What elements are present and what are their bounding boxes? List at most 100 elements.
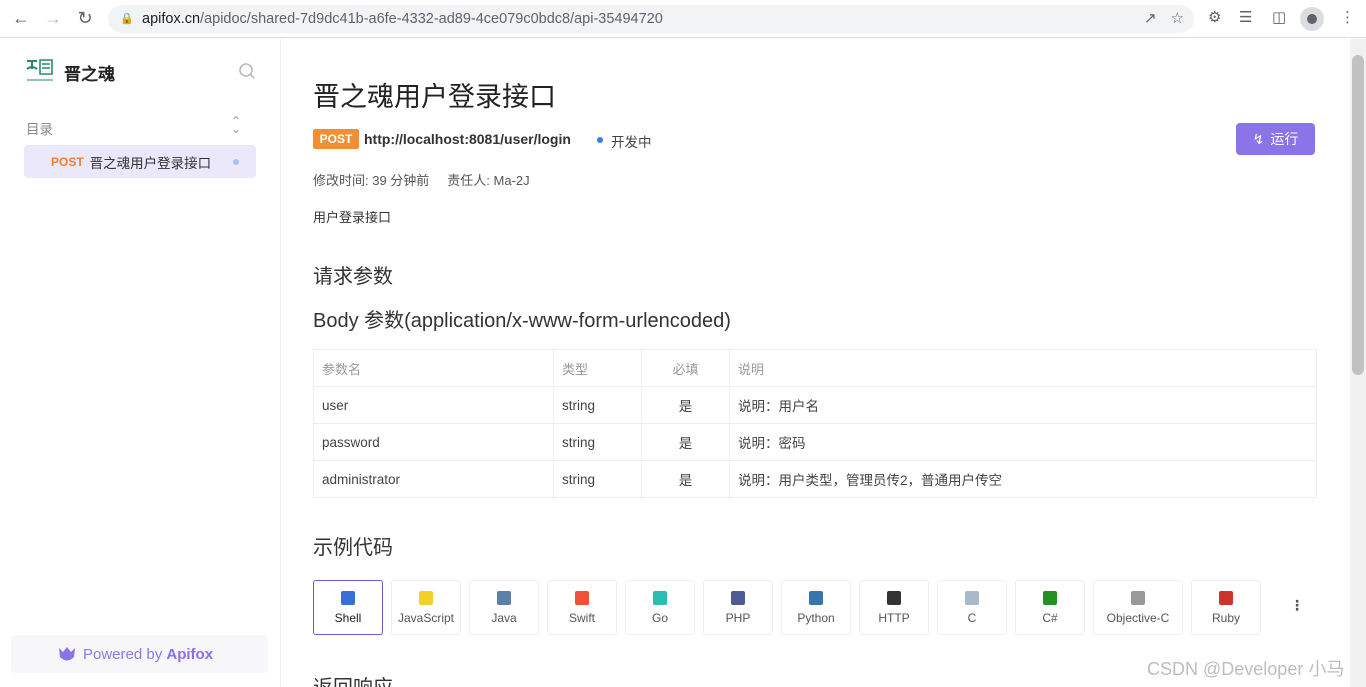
more-languages-icon[interactable]: ⋮ <box>1290 597 1304 614</box>
column-header: 类型 <box>553 349 642 387</box>
column-header: 说明 <box>729 349 1317 387</box>
reload-icon[interactable]: ↻ <box>72 6 98 32</box>
share-icon[interactable]: ↗ <box>1144 9 1157 27</box>
tab-go[interactable]: Go <box>625 580 695 635</box>
ruby-icon <box>1219 590 1233 605</box>
param-desc: 说明：用户名 <box>729 386 1317 424</box>
column-header: 必填 <box>641 349 730 387</box>
back-icon[interactable]: ← <box>8 6 34 32</box>
tab-c[interactable]: C <box>937 580 1007 635</box>
param-desc: 说明：用户类型，管理员传2，普通用户传空 <box>729 460 1317 498</box>
language-label: Swift <box>568 610 595 625</box>
param-required: 是 <box>641 423 730 461</box>
go-icon <box>653 590 667 605</box>
param-type: string <box>553 386 642 424</box>
extensions-icon[interactable]: ⚙ <box>1208 8 1221 26</box>
tab-shell[interactable]: Shell <box>313 580 383 635</box>
api-description: 用户登录接口 <box>313 210 392 225</box>
media-queue-icon[interactable]: ☰ <box>1239 8 1252 26</box>
status-text: 开发中 <box>611 135 652 150</box>
language-label: HTTP <box>878 610 910 625</box>
example-code-heading: 示例代码 <box>313 537 393 559</box>
language-label: Ruby <box>1211 610 1240 625</box>
sidebar-item-label: 晋之魂用户登录接口 <box>89 155 212 171</box>
request-params-heading: 请求参数 <box>313 266 393 288</box>
language-label: JavaScript <box>397 610 455 625</box>
language-label: Java <box>491 610 517 625</box>
tab-csharp[interactable]: C# <box>1015 580 1085 635</box>
table-row: administrator string 是 说明：用户类型，管理员传2，普通用… <box>313 460 1317 498</box>
javascript-icon <box>419 590 433 605</box>
tab-ruby[interactable]: Ruby <box>1191 580 1261 635</box>
params-table: 参数名 类型 必填 说明 user string 是 说明：用户名 passwo… <box>313 349 1317 498</box>
language-label: Go <box>651 610 668 625</box>
c-icon <box>965 590 979 605</box>
owner: 责任人: Ma-2J <box>447 173 530 188</box>
response-heading: 返回响应 <box>313 671 393 687</box>
language-label: C <box>967 610 977 625</box>
language-label: Objective-C <box>1106 610 1170 625</box>
sidebar: 晋之魂 目录 ⌃ ⌄ POST 晋之魂用户登录接口 Powered by Apif… <box>0 39 281 687</box>
param-required: 是 <box>641 386 730 424</box>
body-params-heading: Body 参数(application/x-www-form-urlencode… <box>313 310 731 332</box>
scrollbar-thumb[interactable] <box>1352 55 1364 375</box>
powered-by-link[interactable]: Powered by Apifox <box>11 635 268 673</box>
method-label: POST <box>51 154 84 169</box>
forward-icon[interactable]: → <box>40 6 66 32</box>
param-type: string <box>553 460 642 498</box>
param-required: 是 <box>641 460 730 498</box>
endpoint-url: http://localhost:8081/user/login <box>364 131 571 147</box>
shell-icon <box>341 590 355 605</box>
column-header: 参数名 <box>313 349 554 387</box>
language-label: Shell <box>334 610 362 625</box>
main-content: 晋之魂用户登录接口 POST http://localhost:8081/use… <box>282 39 1350 687</box>
side-panel-icon[interactable]: ◫ <box>1272 8 1286 26</box>
status-dot <box>597 137 603 143</box>
address-bar[interactable]: 🔒 apifox.cn/apidoc/shared-7d9dc41b-a6fe-… <box>108 5 1194 33</box>
search-icon[interactable] <box>238 62 256 80</box>
run-label: 运行 <box>1270 131 1299 147</box>
language-label: Python <box>797 610 835 625</box>
tab-objective-c[interactable]: Objective-C <box>1093 580 1183 635</box>
language-tabs: Shell JavaScript Java Swift Go PHP Python HTTP C… <box>313 580 1261 635</box>
table-header-row: 参数名 类型 必填 说明 <box>313 349 1317 387</box>
php-icon <box>731 590 745 605</box>
param-name: user <box>313 386 554 424</box>
modified-time: 修改时间: 39 分钟前 <box>313 173 430 188</box>
python-icon <box>809 590 823 605</box>
param-name: password <box>313 423 554 461</box>
toc-label: 目录 <box>26 122 53 137</box>
csharp-icon <box>1043 590 1057 605</box>
url-text[interactable]: apifox.cn/apidoc/shared-7d9dc41b-a6fe-43… <box>142 11 663 27</box>
tab-http[interactable]: HTTP <box>859 580 929 635</box>
brand-logo <box>26 59 53 81</box>
apifox-logo-icon <box>59 647 75 661</box>
status-dot <box>233 159 239 165</box>
param-name: administrator <box>313 460 554 498</box>
tab-python[interactable]: Python <box>781 580 851 635</box>
tab-php[interactable]: PHP <box>703 580 773 635</box>
meta-info: 修改时间: 39 分钟前 责任人: Ma-2J <box>313 170 530 189</box>
tab-java[interactable]: Java <box>469 580 539 635</box>
tab-javascript[interactable]: JavaScript <box>391 580 461 635</box>
lock-icon: 🔒 <box>120 13 134 25</box>
param-desc: 说明：密码 <box>729 423 1317 461</box>
powered-by-text: Powered by Apifox <box>83 645 214 663</box>
java-icon <box>497 590 511 605</box>
http-icon <box>887 590 901 605</box>
table-row: password string 是 说明：密码 <box>313 423 1317 461</box>
sidebar-item-user-login[interactable]: POST 晋之魂用户登录接口 <box>24 145 256 178</box>
method-badge: POST <box>313 129 359 149</box>
menu-kebab-icon[interactable]: ⋮ <box>1340 8 1355 26</box>
toc-collapse-icon[interactable]: ⌃ ⌄ <box>231 115 241 135</box>
language-label: PHP <box>725 610 751 625</box>
lightning-icon: ↯ <box>1252 130 1265 147</box>
brand-name: 晋之魂 <box>64 65 115 84</box>
profile-avatar[interactable] <box>1300 7 1324 31</box>
browser-toolbar: ← → ↻ 🔒 apifox.cn/apidoc/shared-7d9dc41b… <box>0 0 1366 38</box>
tab-swift[interactable]: Swift <box>547 580 617 635</box>
table-row: user string 是 说明：用户名 <box>313 386 1317 424</box>
bookmark-star-icon[interactable]: ☆ <box>1171 9 1184 27</box>
page-title: 晋之魂用户登录接口 <box>313 82 556 112</box>
run-button[interactable]: ↯ 运行 <box>1236 123 1315 155</box>
